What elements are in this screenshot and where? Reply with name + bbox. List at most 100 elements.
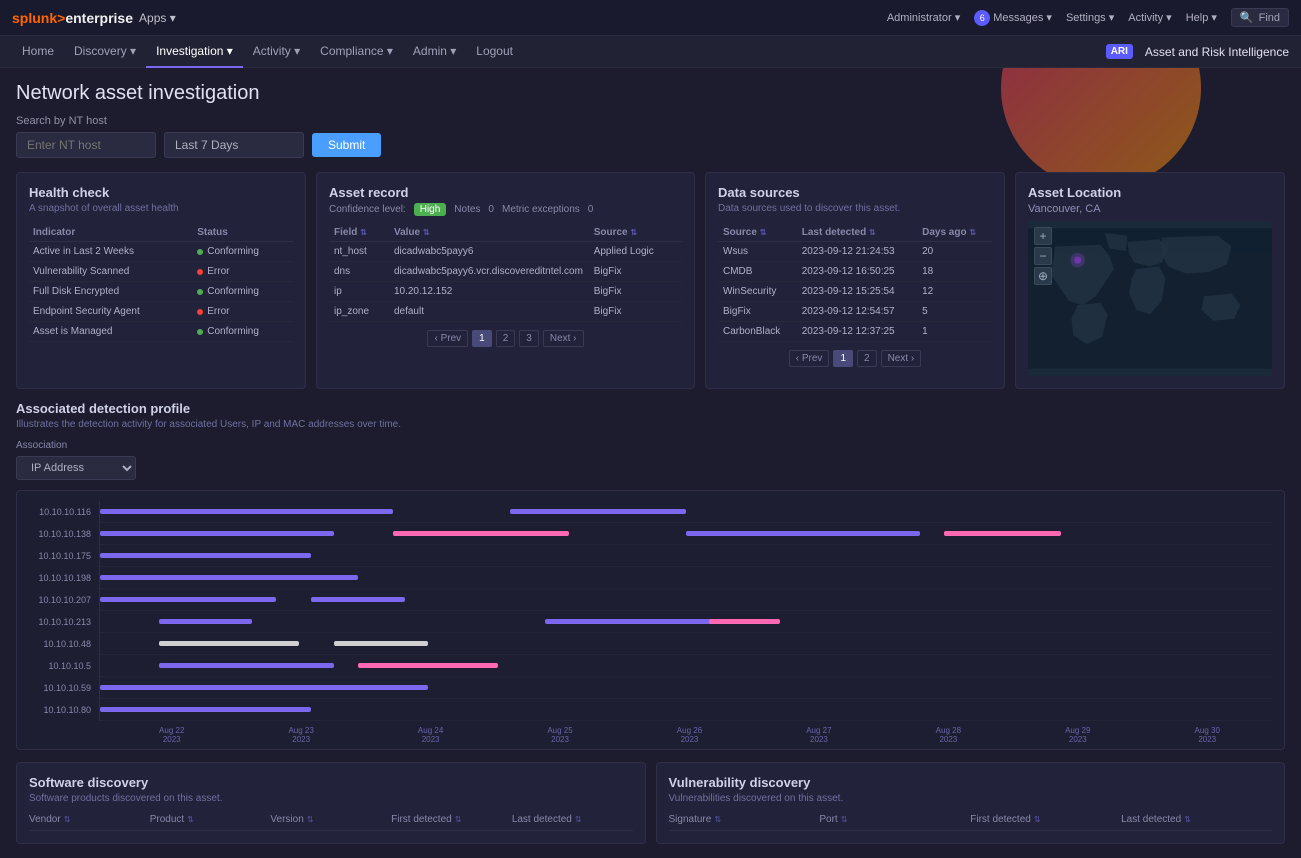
health-check-subtitle: A snapshot of overall asset health [29,203,293,214]
confidence-badge: High [414,203,447,216]
ip-label: 10.10.10.198 [29,573,91,583]
ds-next-btn[interactable]: Next › [881,350,922,367]
activity-menu[interactable]: Activity ▾ [1128,11,1171,24]
detection-section: Associated detection profile Illustrates… [16,401,1285,750]
nav-home[interactable]: Home [12,36,64,68]
nav-discovery[interactable]: Discovery ▾ [64,36,146,68]
status-dot [197,289,203,295]
health-row: Vulnerability Scanned Error [29,262,293,282]
top-bar: splunk>enterprise Apps ▾ Administrator ▾… [0,0,1301,36]
messages-menu[interactable]: 6 Messages ▾ [974,10,1052,26]
vulnerability-discovery-card: Vulnerability discovery Vulnerabilities … [656,762,1286,844]
nav-compliance[interactable]: Compliance ▾ [310,36,403,68]
page-title: Network asset investigation [16,82,1285,105]
zoom-in-button[interactable]: + [1034,227,1052,245]
help-menu[interactable]: Help ▾ [1186,11,1217,24]
ari-badge: ARI [1106,44,1133,59]
asset-field: nt_host [329,242,389,262]
chart-labels: 10.10.10.11610.10.10.13810.10.10.17510.1… [29,501,99,721]
confidence-label: Confidence level: [329,204,406,215]
ds-page-2[interactable]: 2 [857,350,877,367]
assoc-select[interactable]: IP Address [16,456,136,480]
cards-row: Health check A snapshot of overall asset… [16,172,1285,389]
ds-days-ago: 18 [917,262,992,282]
vuln-header-cell: Port ⇅ [819,814,970,825]
ds-source: Wsus [718,242,797,262]
software-discovery-card: Software discovery Software products dis… [16,762,646,844]
gantt-bar [100,531,334,536]
top-right-nav: Administrator ▾ 6 Messages ▾ Settings ▾ … [887,8,1289,27]
nav-investigation[interactable]: Investigation ▾ [146,36,243,68]
confidence-row: Confidence level: High Notes 0 Metric ex… [329,203,682,216]
asset-col-source: Source ⇅ [589,224,682,242]
map-controls: + − ⊕ [1034,227,1052,285]
nav-activity[interactable]: Activity ▾ [243,36,310,68]
vuln-header-cell: First detected ⇅ [970,814,1121,825]
asset-page-1[interactable]: 1 [472,330,492,347]
nt-host-input[interactable] [16,132,156,158]
gantt-row [100,611,1272,633]
logo: splunk>enterprise [12,10,133,26]
ds-prev-btn[interactable]: ‹ Prev [789,350,830,367]
assoc-label: Association [16,440,1285,451]
nav-logout[interactable]: Logout [466,36,523,68]
ds-days-ago: 20 [917,242,992,262]
nav-admin[interactable]: Admin ▾ [403,36,466,68]
gantt-bar [311,597,405,602]
settings-menu[interactable]: Settings ▾ [1066,11,1114,24]
data-sources-table: Source ⇅ Last detected ⇅ Days ago ⇅ Wsus… [718,224,992,342]
asset-page-3[interactable]: 3 [519,330,539,347]
asset-location-card: Asset Location Vancouver, CA + − ⊕ [1015,172,1285,389]
health-status: Error [193,302,293,322]
status-dot [197,309,203,315]
admin-menu[interactable]: Administrator ▾ [887,11,960,24]
gantt-bar [393,531,569,536]
asset-prev-btn[interactable]: ‹ Prev [427,330,468,347]
ip-label: 10.10.10.48 [29,639,91,649]
asset-field: ip [329,282,389,302]
x-axis-label: Aug 30 2023 [1195,726,1220,744]
find-search[interactable]: 🔍 Find [1231,8,1289,27]
asset-source: BigFix [589,302,682,322]
apps-button[interactable]: Apps ▾ [139,11,176,25]
gantt-bar [100,575,358,580]
data-sources-card: Data sources Data sources used to discov… [705,172,1005,389]
notes-label: Notes [454,204,480,215]
ds-source: CarbonBlack [718,322,797,342]
data-sources-subtitle: Data sources used to discover this asset… [718,203,992,214]
chart-xaxis: Aug 22 2023Aug 23 2023Aug 24 2023Aug 25 … [29,721,1272,744]
ari-title: Asset and Risk Intelligence [1145,45,1289,59]
chart-grid [99,501,1272,721]
asset-next-btn[interactable]: Next › [543,330,584,347]
health-check-card: Health check A snapshot of overall asset… [16,172,306,389]
ip-label: 10.10.10.116 [29,507,91,517]
detection-title: Associated detection profile [16,401,1285,416]
ip-label: 10.10.10.175 [29,551,91,561]
ari-section: ARI Asset and Risk Intelligence [1106,44,1289,59]
x-axis-label: Aug 23 2023 [288,726,313,744]
detection-subtitle: Illustrates the detection activity for a… [16,419,1285,430]
gantt-bar [358,663,499,668]
health-indicator: Vulnerability Scanned [29,262,193,282]
asset-record-title: Asset record [329,185,682,200]
ds-page-1[interactable]: 1 [833,350,853,367]
submit-button[interactable]: Submit [312,133,381,157]
ip-label: 10.10.10.80 [29,705,91,715]
asset-page-2[interactable]: 2 [496,330,516,347]
sec-nav-left: Home Discovery ▾ Investigation ▾ Activit… [12,36,523,68]
health-status: Conforming [193,282,293,302]
gantt-bar [686,531,920,536]
zoom-out-button[interactable]: − [1034,247,1052,265]
map-reset-button[interactable]: ⊕ [1034,267,1052,285]
date-range-select[interactable]: Last 7 Days [164,132,304,158]
asset-value: dicadwabc5payy6.vcr.discovereditntel.com [389,262,589,282]
search-icon: 🔍 [1240,11,1254,24]
asset-col-field: Field ⇅ [329,224,389,242]
ip-label: 10.10.10.59 [29,683,91,693]
search-label: Search by NT host [16,115,1285,127]
gantt-row [100,655,1272,677]
ds-last-detected: 2023-09-12 15:25:54 [797,282,917,302]
x-axis-label: Aug 29 2023 [1065,726,1090,744]
ds-row: Wsus 2023-09-12 21:24:53 20 [718,242,992,262]
chart-body: 10.10.10.11610.10.10.13810.10.10.17510.1… [29,501,1272,721]
